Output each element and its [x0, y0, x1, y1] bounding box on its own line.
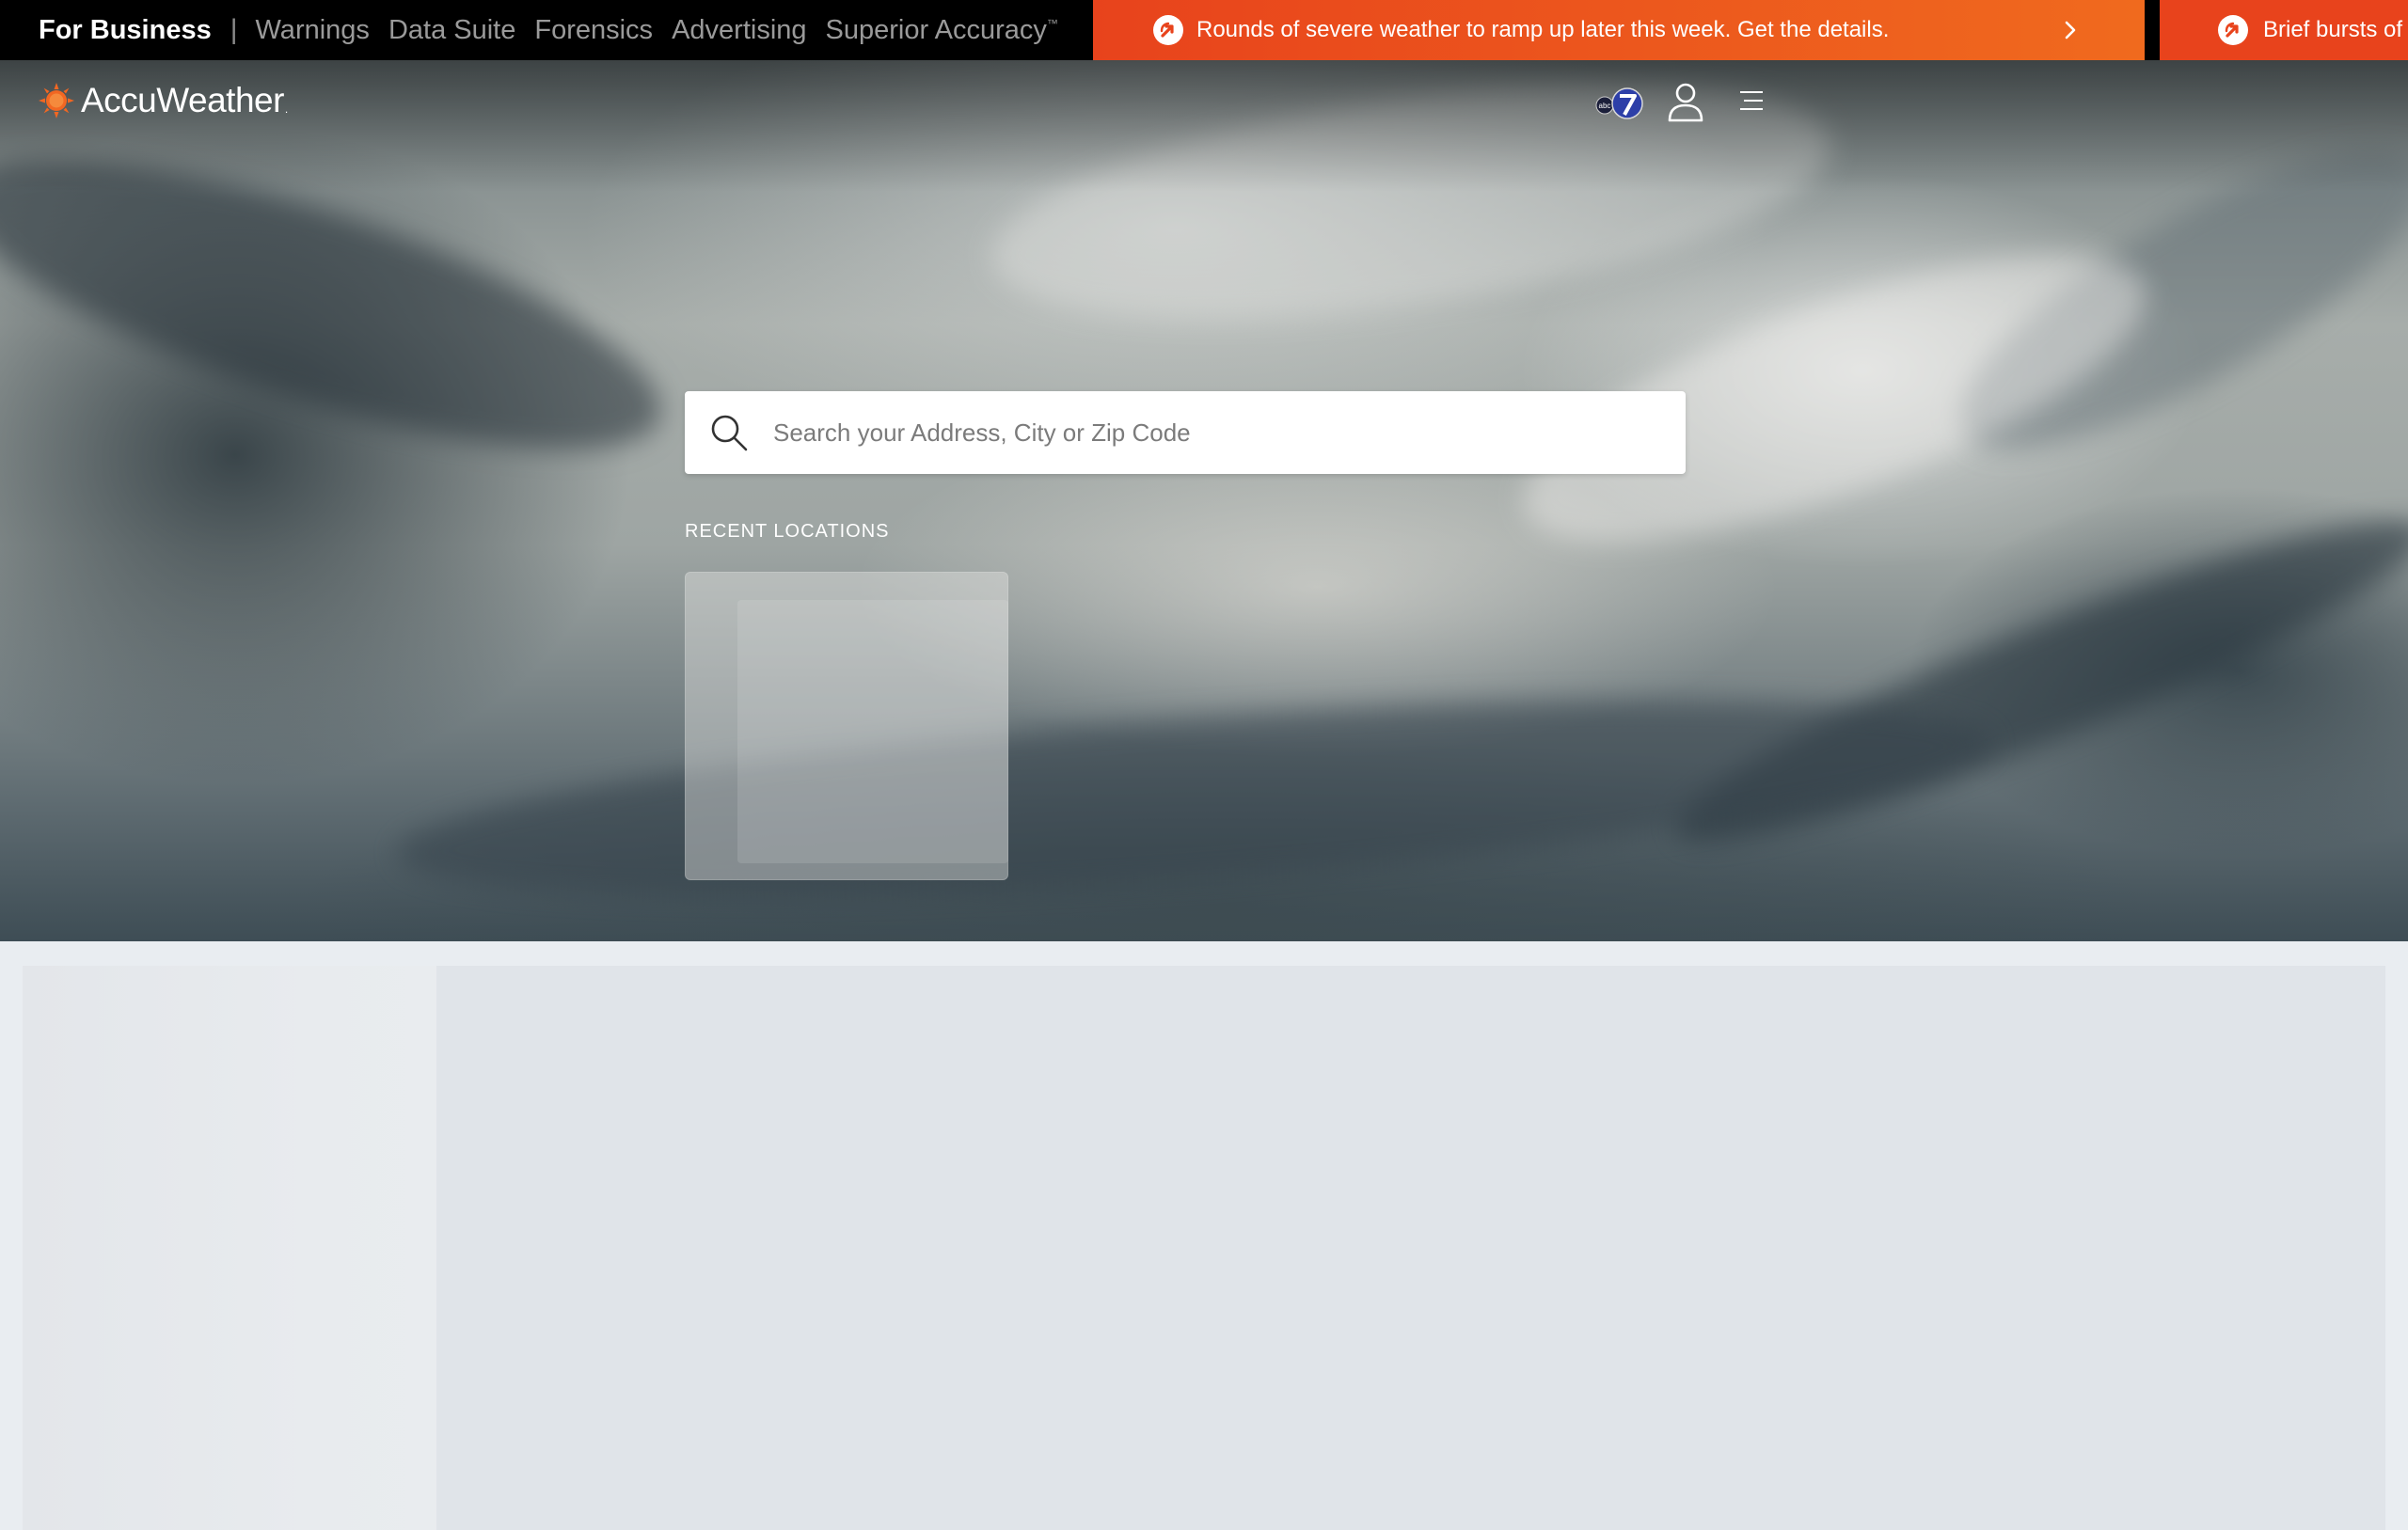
accuweather-logo[interactable]: AccuWeather .	[38, 81, 288, 120]
nav-link-superior-accuracy[interactable]: Superior Accuracy™	[826, 15, 1058, 46]
severe-weather-alert-banner[interactable]: Rounds of severe weather to ramp up late…	[1093, 0, 2145, 60]
alert-arrow-icon	[1153, 15, 1183, 45]
abc7-logo-icon[interactable]: abc	[1593, 85, 1646, 127]
alert-text: Rounds of severe weather to ramp up late…	[1196, 17, 1890, 42]
nav-link-forensics[interactable]: Forensics	[534, 15, 653, 46]
hero-sky-background: AccuWeather . abc Search your Address, C…	[0, 60, 2408, 941]
chevron-right-icon[interactable]	[2056, 16, 2084, 51]
cloud-shading	[391, 662, 1998, 935]
business-nav: For Business | Warnings Data Suite Foren…	[0, 0, 1077, 60]
cloud-shading	[1654, 477, 2408, 885]
nav-separator: |	[230, 14, 238, 45]
recent-location-card[interactable]	[685, 572, 1008, 880]
alert-text: Brief bursts of	[2263, 17, 2403, 42]
loading-skeleton-main	[436, 966, 2385, 1530]
svg-text:abc: abc	[1599, 102, 1611, 110]
nav-link-data-suite[interactable]: Data Suite	[388, 15, 515, 46]
logo-wordmark: AccuWeather	[81, 81, 284, 119]
sun-logo-icon	[39, 83, 74, 118]
recent-location-card-placeholder	[737, 600, 1008, 863]
for-business-link[interactable]: For Business	[39, 15, 212, 46]
top-business-bar: For Business | Warnings Data Suite Foren…	[0, 0, 2408, 60]
site-header: AccuWeather . abc	[0, 60, 2408, 143]
search-icon	[709, 413, 749, 452]
user-icon[interactable]	[1667, 81, 1704, 127]
hamburger-menu-icon[interactable]	[1738, 88, 1765, 118]
content-area	[0, 941, 2408, 1530]
search-input[interactable]	[773, 418, 1676, 448]
secondary-alert-banner[interactable]: Brief bursts of	[2160, 0, 2408, 60]
nav-link-warnings[interactable]: Warnings	[256, 15, 370, 46]
recent-locations-heading: RECENT LOCATIONS	[685, 521, 890, 542]
superior-accuracy-label: Superior Accuracy	[825, 14, 1047, 45]
location-search-box[interactable]	[685, 391, 1686, 474]
logo-dot: .	[284, 103, 289, 116]
nav-link-advertising[interactable]: Advertising	[672, 15, 806, 46]
loading-skeleton-sidebar	[23, 966, 436, 1530]
alert-arrow-icon	[2218, 15, 2248, 45]
trademark-mark: ™	[1046, 16, 1058, 30]
